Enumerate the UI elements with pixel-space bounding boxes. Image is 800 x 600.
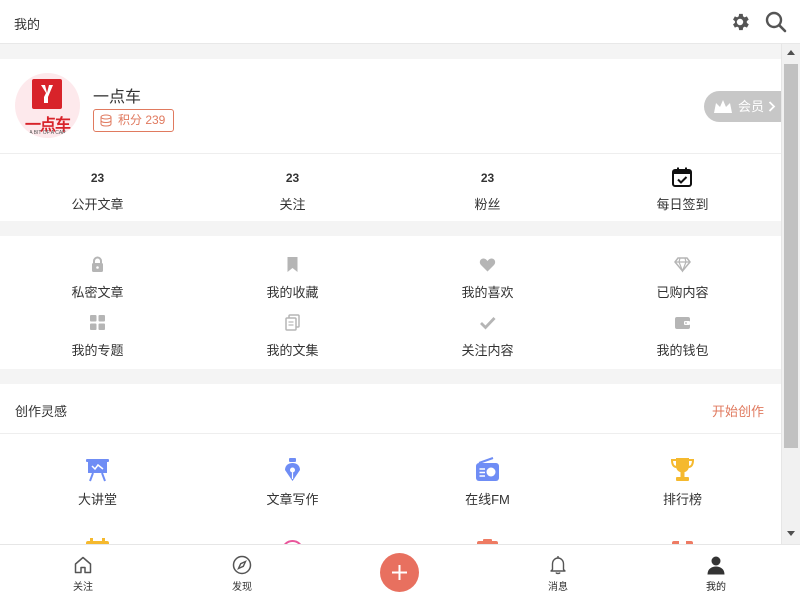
create-plus-button[interactable] xyxy=(380,553,419,592)
feature-purchased[interactable]: 已购内容 xyxy=(585,256,780,306)
feature-label: 我的喜欢 xyxy=(461,285,514,300)
bottom-nav: 关注 发现 消息 我的 xyxy=(0,544,800,600)
coins-icon xyxy=(100,114,112,127)
feature-followed-content[interactable]: 关注内容 xyxy=(390,314,585,364)
search-icon[interactable] xyxy=(764,10,788,34)
stat-value: 23 xyxy=(285,171,300,185)
points-badge[interactable]: 积分 239 xyxy=(93,109,175,132)
tab-follow[interactable]: 关注 xyxy=(3,545,163,600)
logo-mark xyxy=(32,79,62,109)
feature-label: 我的钱包 xyxy=(656,343,709,358)
stats-row: 23 公开文章 23 关注 23 粉丝 每日签到 xyxy=(0,154,781,221)
feature-my-likes[interactable]: 我的喜欢 xyxy=(390,256,585,306)
section-title: 创作灵感 xyxy=(15,404,68,419)
heart-icon xyxy=(479,258,496,272)
stat-public-articles[interactable]: 23 公开文章 xyxy=(0,154,195,221)
daily-checkin[interactable]: 每日签到 xyxy=(585,154,780,221)
inspiration-article-writing[interactable]: 文章写作 xyxy=(195,457,390,507)
inspiration-leaderboard[interactable]: 排行榜 xyxy=(585,457,780,507)
feature-label: 私密文章 xyxy=(71,285,124,300)
scroll-down-arrow[interactable] xyxy=(787,531,795,536)
feature-label: 我的收藏 xyxy=(266,285,319,300)
scrollbar-thumb[interactable] xyxy=(784,64,798,448)
feature-my-wallet[interactable]: 我的钱包 xyxy=(585,314,780,364)
trophy-icon xyxy=(670,458,695,481)
logo-subtext: A BIT OF A CAR xyxy=(29,130,66,136)
start-creating-link[interactable]: 开始创作 xyxy=(712,401,764,420)
tab-label: 消息 xyxy=(548,582,568,593)
tab-label: 关注 xyxy=(73,582,93,593)
grid-icon xyxy=(90,315,105,330)
feature-my-topics[interactable]: 我的专题 xyxy=(0,314,195,364)
compass-icon xyxy=(232,555,252,575)
stat-label: 每日签到 xyxy=(656,197,709,212)
inspiration-grid: 大讲堂 文章写作 在线FM 排行榜 xyxy=(0,434,781,544)
content-scroll-area[interactable]: 一点车 A BIT OF A CAR 一点车 积分 239 会员 23 公开文章 xyxy=(0,44,781,544)
inspiration-lecture-hall[interactable]: 大讲堂 xyxy=(0,457,195,507)
username[interactable]: 一点车 xyxy=(93,83,141,107)
easel-icon xyxy=(86,459,109,482)
calendar-check-icon xyxy=(672,167,692,187)
feature-private-articles[interactable]: 私密文章 xyxy=(0,256,195,306)
documents-icon xyxy=(285,314,300,331)
feature-my-collections[interactable]: 我的文集 xyxy=(195,314,390,364)
stat-value: 23 xyxy=(90,171,105,185)
points-label: 积分 239 xyxy=(118,113,166,127)
chevron-right-icon xyxy=(768,101,776,112)
inspiration-online-fm[interactable]: 在线FM xyxy=(390,457,585,507)
vip-button[interactable]: 会员 xyxy=(704,91,781,122)
inspiration-label: 在线FM xyxy=(465,492,510,507)
stat-label: 粉丝 xyxy=(474,197,501,212)
wallet-icon xyxy=(675,317,690,329)
inspiration-label: 文章写作 xyxy=(266,492,319,507)
gear-icon[interactable] xyxy=(729,11,751,33)
inspiration-label: 排行榜 xyxy=(662,492,702,507)
stat-label: 公开文章 xyxy=(71,197,124,212)
inspiration-label: 大讲堂 xyxy=(77,492,117,507)
tab-label: 我的 xyxy=(706,582,726,593)
check-icon xyxy=(480,317,496,330)
bell-icon xyxy=(550,556,566,575)
top-bar: 我的 xyxy=(0,0,800,44)
feature-label: 关注内容 xyxy=(461,343,514,358)
tab-discover[interactable]: 发现 xyxy=(162,545,322,600)
stat-followers[interactable]: 23 粉丝 xyxy=(390,154,585,221)
stat-label: 关注 xyxy=(279,197,306,212)
radio-icon xyxy=(476,457,499,481)
scroll-up-arrow[interactable] xyxy=(787,50,795,55)
feature-label: 已购内容 xyxy=(656,285,709,300)
feature-label: 我的专题 xyxy=(71,343,124,358)
feature-label: 我的文集 xyxy=(266,343,319,358)
inspiration-header: 创作灵感 开始创作 xyxy=(0,384,781,434)
home-icon xyxy=(74,556,92,574)
fountain-pen-icon xyxy=(285,458,300,481)
lock-icon xyxy=(92,256,103,272)
avatar[interactable]: 一点车 A BIT OF A CAR xyxy=(15,73,80,138)
bookmark-icon xyxy=(287,257,298,272)
tab-messages[interactable]: 消息 xyxy=(478,545,638,600)
user-icon xyxy=(707,556,725,575)
scrollbar[interactable] xyxy=(781,44,800,544)
diamond-icon xyxy=(674,257,691,273)
tab-label: 发现 xyxy=(232,582,252,593)
feature-grid: 私密文章 我的收藏 我的喜欢 已购内容 我的专题 我的文集 关注内容 我的钱包 xyxy=(0,236,781,369)
page-title: 我的 xyxy=(14,17,41,32)
plus-icon xyxy=(392,565,407,580)
profile-card: 一点车 A BIT OF A CAR 一点车 积分 239 会员 xyxy=(0,59,781,154)
stat-value: 23 xyxy=(480,171,495,185)
feature-my-favorites[interactable]: 我的收藏 xyxy=(195,256,390,306)
crown-icon xyxy=(714,100,732,113)
vip-label: 会员 xyxy=(738,99,765,114)
tab-mine[interactable]: 我的 xyxy=(636,545,796,600)
stat-following[interactable]: 23 关注 xyxy=(195,154,390,221)
